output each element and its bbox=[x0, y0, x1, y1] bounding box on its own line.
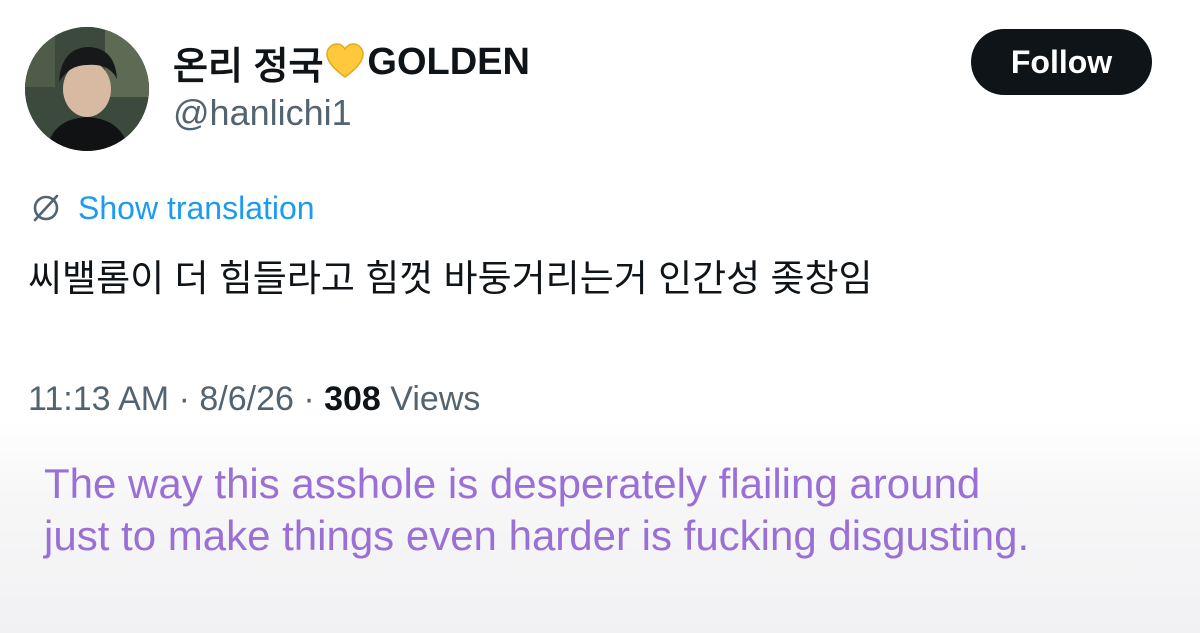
tweet-time[interactable]: 11:13 AM bbox=[28, 380, 169, 418]
avatar[interactable] bbox=[25, 27, 149, 151]
show-translation-label: Show translation bbox=[78, 189, 315, 226]
user-handle[interactable]: @hanlichi1 bbox=[173, 92, 352, 134]
yellow-heart-icon bbox=[326, 43, 365, 78]
globe-icon bbox=[33, 194, 59, 222]
views-count[interactable]: 308 bbox=[324, 380, 381, 418]
caption-line-1: The way this asshole is desperately flai… bbox=[44, 460, 981, 507]
caption-line-2: just to make things even harder is fucki… bbox=[44, 512, 1030, 559]
meta-separator: · bbox=[169, 380, 200, 418]
tweet-card: 온리 정국 GOLDEN @hanlichi1 Follow Show tran… bbox=[0, 0, 1200, 633]
tweet-date[interactable]: 8/6/26 bbox=[199, 380, 294, 418]
meta-separator: · bbox=[293, 380, 325, 418]
display-name-prefix: 온리 정국 bbox=[173, 45, 324, 88]
display-name-suffix: GOLDEN bbox=[367, 40, 530, 83]
tweet-meta: 11:13 AM · 8/6/26 · 308 Views bbox=[28, 380, 480, 419]
follow-button[interactable]: Follow bbox=[971, 29, 1152, 95]
tweet-text: 씨밸롬이 더 힘들라고 힘껏 바둥거리는거 인간성 좆창임 bbox=[28, 258, 873, 299]
show-translation-link[interactable]: Show translation bbox=[30, 188, 315, 228]
translation-caption: The way this asshole is desperately flai… bbox=[44, 458, 1164, 562]
display-name[interactable]: 온리 정국 GOLDEN bbox=[173, 38, 530, 88]
views-label: Views bbox=[380, 380, 481, 418]
